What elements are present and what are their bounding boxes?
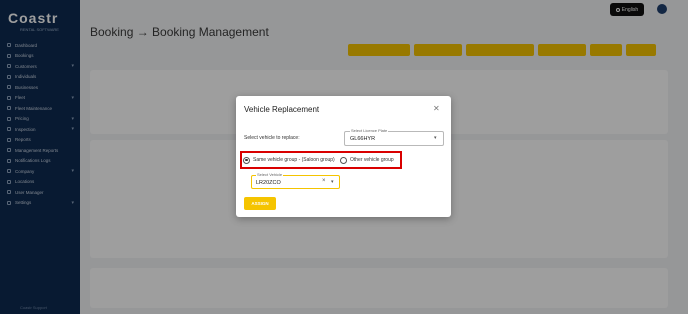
licence-plate-select[interactable]: Select Licence Plate GL66HYR ▾ <box>344 128 444 146</box>
close-icon[interactable]: ✕ <box>433 104 440 113</box>
other-group-radio[interactable] <box>340 156 347 164</box>
vehicle-value: LR20ZCO <box>256 179 281 186</box>
licence-plate-label: Select Licence Plate <box>350 128 389 133</box>
vehicle-select[interactable]: Select Vehicle LR20ZCO × ▾ <box>251 172 340 189</box>
chevron-down-icon: ▾ <box>434 135 437 141</box>
vehicle-label: Select Vehicle <box>256 172 284 177</box>
clear-icon[interactable]: × <box>322 178 326 184</box>
same-group-radio[interactable] <box>243 156 250 164</box>
licence-plate-value: GL66HYR <box>350 136 376 142</box>
dialog-title: Vehicle Replacement <box>244 105 320 114</box>
chevron-down-icon: ▾ <box>331 178 334 185</box>
same-group-label: Same vehicle group - (Saloon group) <box>253 157 335 163</box>
assign-button[interactable]: ASSIGN <box>244 197 276 210</box>
select-vehicle-label: Select vehicle to replace: <box>244 135 300 141</box>
other-group-label: Other vehicle group <box>350 157 394 163</box>
vehicle-replacement-dialog: Vehicle Replacement ✕ Select vehicle to … <box>236 96 451 217</box>
